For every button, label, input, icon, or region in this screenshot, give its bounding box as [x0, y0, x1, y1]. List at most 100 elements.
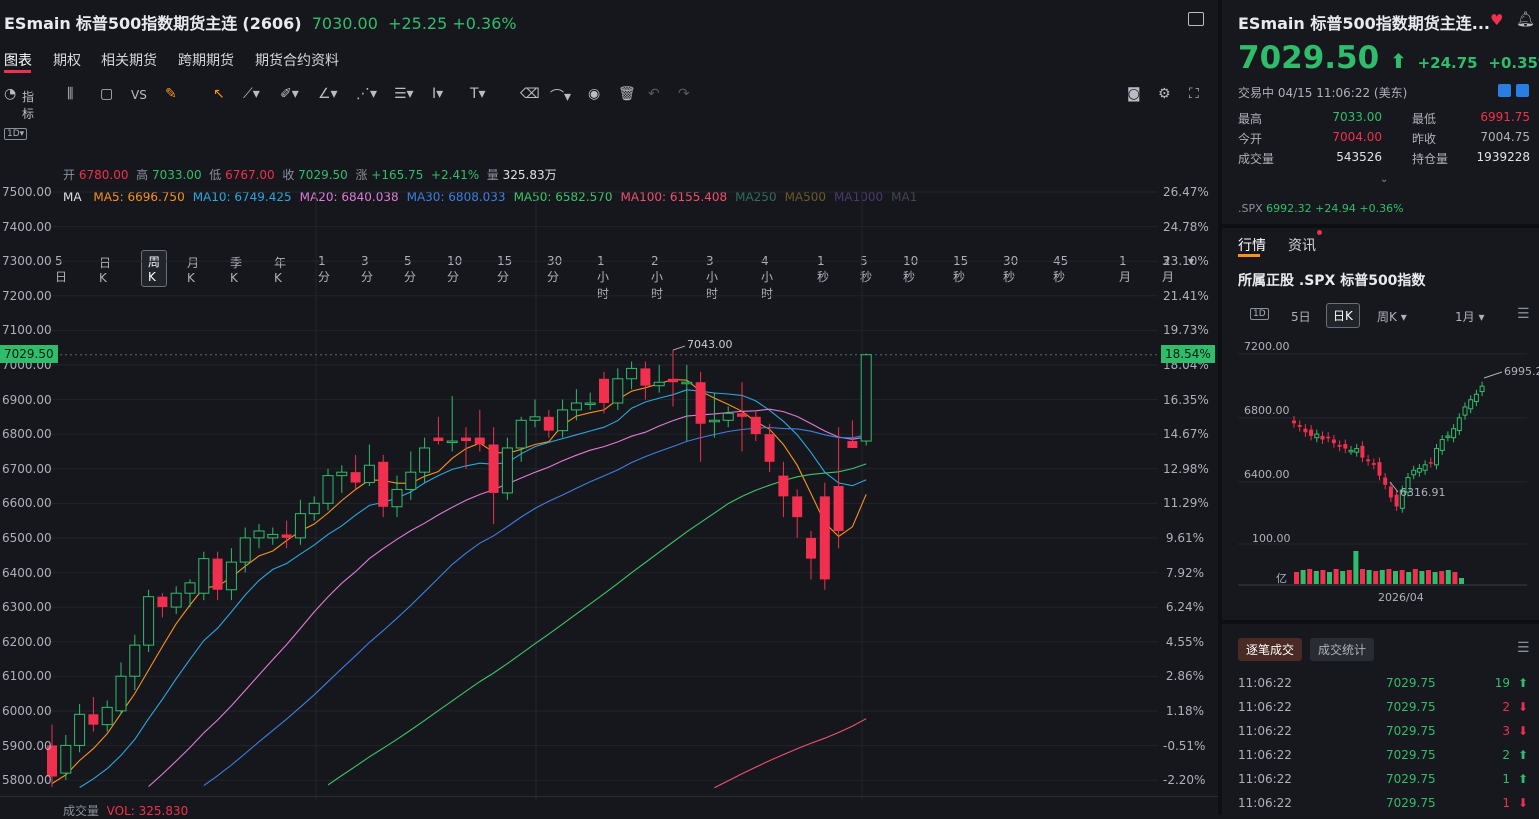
candle-body	[405, 471, 417, 490]
mini-period-5d[interactable]: 5日	[1291, 308, 1311, 325]
percent-axis-label: 14.67%	[1163, 427, 1209, 442]
mini-candle-body	[1354, 448, 1360, 453]
indicator-label[interactable]: 指标	[22, 88, 34, 122]
trade-time: 11:06:22	[1238, 748, 1292, 762]
candle	[363, 444, 375, 486]
period-menu-icon[interactable]: 1D▾	[4, 128, 28, 140]
eye-icon[interactable]: ◉	[588, 86, 600, 102]
mini-volume-bar	[1419, 571, 1425, 584]
mini-candle-body	[1462, 406, 1468, 416]
candle	[792, 489, 803, 538]
candlestick-chart[interactable]: 7043.00	[0, 180, 1218, 800]
trade-row: 11:06:22 7029.75 19 ⬆	[1238, 676, 1528, 696]
chevron-down-icon[interactable]: ⌄	[1380, 174, 1388, 185]
menu-icon[interactable]: ☰	[1517, 306, 1530, 322]
tab-news[interactable]: 资讯	[1288, 235, 1316, 255]
price-axis-label: 6800.00	[2, 427, 52, 442]
candle	[143, 589, 155, 653]
percent-axis-label: 24.78%	[1163, 219, 1209, 234]
candle	[446, 396, 458, 452]
stat-label: 成交量	[1238, 152, 1275, 166]
undo-icon[interactable]: ↶	[648, 86, 660, 102]
stat-value: 1939228	[1476, 150, 1530, 164]
mini-volume-bar	[1393, 571, 1398, 584]
trash-icon[interactable]: 🗑	[618, 86, 636, 102]
fib-tool-icon[interactable]: ☰▾	[394, 86, 414, 102]
candle	[543, 409, 554, 438]
section-divider-2	[1222, 620, 1539, 624]
tab-contract-info[interactable]: 期货合约资料	[255, 50, 339, 70]
candle-body	[626, 367, 638, 380]
mini-kline-chart[interactable]: 7200.00 6800.00 6400.00 6995.26 6316.91 100.0…	[1222, 330, 1539, 610]
rectangle-icon[interactable]: ▢	[100, 86, 113, 102]
magnet-icon[interactable]: ⌒▾	[550, 86, 571, 106]
candle-body	[806, 537, 816, 559]
trade-price: 7029.75	[1386, 700, 1436, 714]
price-axis-label: 6900.00	[2, 392, 52, 407]
mini-period-icon[interactable]: 1D	[1250, 308, 1269, 320]
ma-line-ma5	[51, 378, 867, 784]
mini-volume-bar	[1426, 570, 1431, 584]
quote-price: 7029.50 ⬆ +24.75 +0.35%	[1238, 40, 1539, 76]
heart-icon[interactable]: ♥	[1490, 11, 1503, 29]
measure-tool-icon[interactable]: Ⅰ▾	[432, 86, 443, 102]
tab-chart[interactable]: 图表	[4, 50, 32, 70]
arrow-down-icon: ⬇	[1517, 724, 1528, 738]
index-quote: .SPX 6992.32 +24.94 +0.36%	[1238, 202, 1404, 215]
mini-period-month[interactable]: 1月 ▾	[1455, 308, 1484, 325]
mini-candle-body	[1343, 444, 1348, 449]
candle	[737, 382, 747, 452]
pattern-tool-icon[interactable]: ⋰▾	[356, 86, 377, 102]
mini-candle-body	[1303, 428, 1308, 433]
tab-trade-stats[interactable]: 成交统计	[1310, 638, 1375, 661]
line-tool-icon[interactable]: ⟋▾	[243, 86, 260, 102]
mini-volume-bar	[1459, 578, 1464, 584]
quote-tab-underline	[1238, 254, 1260, 257]
candle-body	[640, 368, 651, 386]
candle	[378, 454, 389, 518]
angle-tool-icon[interactable]: ∠▾	[318, 86, 338, 102]
camera-icon[interactable]: ◙	[1127, 86, 1141, 102]
mini-candle-body	[1468, 399, 1474, 410]
brush-tool-icon[interactable]: ✐▾	[280, 86, 299, 102]
bell-icon[interactable]: 🔔︎	[1516, 10, 1535, 28]
mini-candle-body	[1416, 467, 1422, 473]
mini-volume-unit: 亿	[1276, 572, 1287, 585]
list-icon[interactable]: ☰	[1517, 640, 1530, 656]
mini-candle-body	[1371, 463, 1376, 465]
tab-options[interactable]: 期权	[53, 50, 81, 70]
expand-icon[interactable]	[1188, 12, 1204, 26]
candle-body	[792, 496, 803, 518]
trade-row: 11:06:22 7029.75 3 ⬇	[1238, 724, 1528, 744]
fullscreen-icon[interactable]: ⛶	[1189, 86, 1199, 102]
text-tool-icon[interactable]: T▾	[470, 86, 486, 102]
candle-type-icon[interactable]: ⫼	[67, 86, 73, 102]
mini-x-axis-label: 2026/04	[1378, 591, 1424, 604]
mini-candle-body	[1473, 393, 1479, 403]
candle-body	[115, 675, 127, 712]
candle-body	[668, 378, 678, 383]
candle-body	[722, 412, 734, 421]
eraser-icon[interactable]: ⌫	[520, 86, 540, 102]
indicator-icon[interactable]: ◔	[4, 86, 16, 102]
tab-calendar-futures[interactable]: 跨期期货	[178, 50, 234, 70]
stat-label: 今开	[1238, 132, 1263, 146]
candle	[461, 427, 471, 469]
settings-icon[interactable]: ⚙	[1158, 86, 1171, 102]
mini-period-weekly[interactable]: 周K ▾	[1377, 308, 1407, 325]
candle	[668, 350, 678, 407]
compare-button[interactable]: VS	[131, 88, 147, 102]
tab-tick-trades[interactable]: 逐笔成交	[1238, 638, 1303, 661]
candle	[419, 437, 431, 483]
volume-footer: 成交量 VOL: 325.830	[63, 802, 188, 819]
pencil-icon[interactable]: ✎	[165, 86, 177, 102]
tab-market[interactable]: 行情	[1238, 235, 1266, 255]
candle-body	[461, 437, 471, 442]
cursor-icon[interactable]: ↖	[213, 86, 225, 102]
quote-title: ESmain 标普500指数期货主连...	[1238, 10, 1490, 34]
tab-related-futures[interactable]: 相关期货	[101, 50, 157, 70]
redo-icon[interactable]: ↷	[678, 86, 690, 102]
candle	[101, 700, 113, 732]
candle-body	[570, 402, 582, 411]
mini-period-daily[interactable]: 日K	[1326, 303, 1360, 328]
